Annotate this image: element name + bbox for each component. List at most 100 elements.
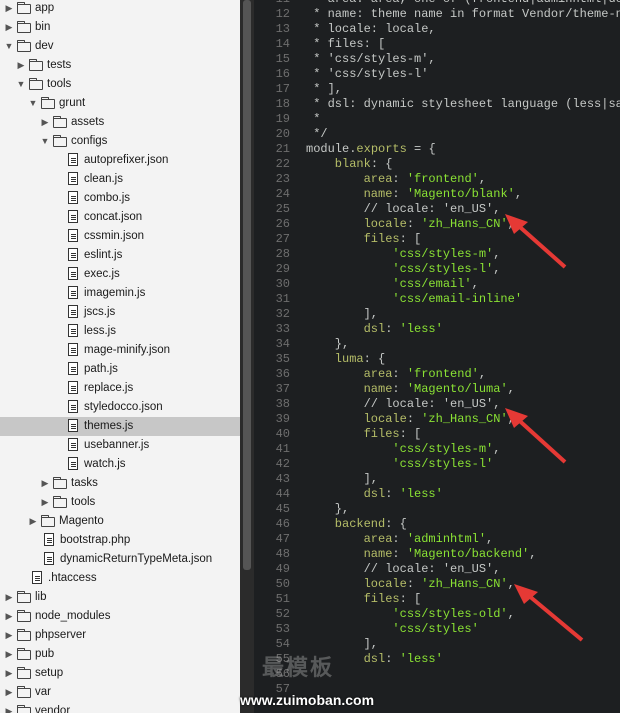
code-line[interactable]: module.exports = { [306, 142, 436, 157]
code-line[interactable]: 'css/styles-old', [306, 607, 514, 622]
code-line[interactable]: * locale: locale, [306, 22, 435, 37]
tree-folder-grunt[interactable]: ▼ grunt [0, 94, 240, 113]
code-line[interactable]: // locale: 'en_US', [306, 562, 501, 577]
code-line[interactable]: */ [306, 127, 327, 142]
code-line[interactable]: locale: 'zh_Hans_CN', [306, 577, 515, 592]
code-line[interactable]: * area: area, one of (frontend|adminhtml… [306, 0, 620, 7]
tree-file-exec-js[interactable]: exec.js [0, 265, 240, 284]
tree-folder-pub[interactable]: ▶ pub [0, 645, 240, 664]
tree-file-jscs-js[interactable]: jscs.js [0, 303, 240, 322]
tree-file-eslint-js[interactable]: eslint.js [0, 246, 240, 265]
chevron-down-icon[interactable]: ▼ [28, 96, 38, 110]
code-line[interactable]: name: 'Magento/blank', [306, 187, 522, 202]
chevron-down-icon[interactable]: ▼ [4, 39, 14, 53]
tree-file-less-js[interactable]: less.js [0, 322, 240, 341]
tree-folder-vendor[interactable]: ▶ vendor [0, 702, 240, 713]
tree-folder-assets[interactable]: ▶ assets [0, 113, 240, 132]
tree-file-autoprefixer-json[interactable]: autoprefixer.json [0, 151, 240, 170]
tree-folder-setup[interactable]: ▶ setup [0, 664, 240, 683]
tree-file-mage-minify-json[interactable]: mage-minify.json [0, 341, 240, 360]
tree-folder-tasks[interactable]: ▶ tasks [0, 474, 240, 493]
tree-file-styledocco-json[interactable]: styledocco.json [0, 398, 240, 417]
tree-folder-dev[interactable]: ▼ dev [0, 37, 240, 56]
code-line[interactable]: // locale: 'en_US', [306, 202, 501, 217]
tree-folder-bin[interactable]: ▶ bin [0, 18, 240, 37]
code-editor[interactable]: 11 * area: area, one of (frontend|adminh… [254, 0, 620, 713]
chevron-right-icon[interactable]: ▶ [16, 58, 26, 72]
code-line[interactable]: blank: { [306, 157, 393, 172]
tree-folder-magento[interactable]: ▶ Magento [0, 512, 240, 531]
code-line[interactable]: locale: 'zh_Hans_CN', [306, 412, 515, 427]
tree-folder-phpserver[interactable]: ▶ phpserver [0, 626, 240, 645]
tree-folder-tests[interactable]: ▶ tests [0, 56, 240, 75]
code-line[interactable]: name: 'Magento/backend', [306, 547, 537, 562]
code-line[interactable]: 'css/styles-m', [306, 442, 500, 457]
tree-file-combo-js[interactable]: combo.js [0, 189, 240, 208]
code-line[interactable]: * dsl: dynamic stylesheet language (less… [306, 97, 620, 112]
code-line[interactable]: ], [306, 307, 378, 322]
tree-file-usebanner-js[interactable]: usebanner.js [0, 436, 240, 455]
chevron-right-icon[interactable]: ▶ [4, 685, 14, 699]
chevron-down-icon[interactable]: ▼ [16, 77, 26, 91]
tree-folder-tools[interactable]: ▼ tools [0, 75, 240, 94]
tree-file-imagemin-js[interactable]: imagemin.js [0, 284, 240, 303]
code-line[interactable]: 'css/styles-m', [306, 247, 500, 262]
code-line[interactable]: backend: { [306, 517, 407, 532]
code-line[interactable]: 'css/email-inline' [306, 292, 522, 307]
code-line[interactable]: * 'css/styles-l' [306, 67, 428, 82]
code-line[interactable]: files: [ [306, 232, 422, 247]
tree-file-replace-js[interactable]: replace.js [0, 379, 240, 398]
code-line[interactable]: * files: [ [306, 37, 385, 52]
tree-file-watch-js[interactable]: watch.js [0, 455, 240, 474]
code-line[interactable]: area: 'frontend', [306, 367, 486, 382]
code-line[interactable]: * [306, 112, 320, 127]
code-line[interactable]: }, [306, 337, 349, 352]
code-line[interactable]: area: 'frontend', [306, 172, 486, 187]
tree-folder-node-modules[interactable]: ▶ node_modules [0, 607, 240, 626]
chevron-down-icon[interactable]: ▼ [40, 134, 50, 148]
code-line[interactable]: 'css/styles-l', [306, 262, 500, 277]
code-line[interactable]: name: 'Magento/luma', [306, 382, 515, 397]
chevron-right-icon[interactable]: ▶ [4, 609, 14, 623]
code-line[interactable]: * name: theme name in format Vendor/them… [306, 7, 620, 22]
chevron-right-icon[interactable]: ▶ [4, 647, 14, 661]
chevron-right-icon[interactable]: ▶ [4, 1, 14, 15]
file-tree-scrollbar[interactable] [240, 0, 254, 713]
tree-file-themes-js[interactable]: themes.js [0, 417, 240, 436]
tree-file-clean-js[interactable]: clean.js [0, 170, 240, 189]
code-line[interactable]: luma: { [306, 352, 385, 367]
scrollbar-thumb[interactable] [243, 0, 251, 570]
code-line[interactable]: area: 'adminhtml', [306, 532, 494, 547]
code-line[interactable]: // locale: 'en_US', [306, 397, 501, 412]
code-line[interactable]: * ], [306, 82, 342, 97]
chevron-right-icon[interactable]: ▶ [40, 115, 50, 129]
code-line[interactable]: 'css/styles' [306, 622, 478, 637]
code-line[interactable]: 'css/email', [306, 277, 478, 292]
tree-folder-var[interactable]: ▶ var [0, 683, 240, 702]
tree-file-dynamicreturntypemeta-json[interactable]: dynamicReturnTypeMeta.json [0, 550, 240, 569]
chevron-right-icon[interactable]: ▶ [40, 476, 50, 490]
chevron-right-icon[interactable]: ▶ [4, 590, 14, 604]
tree-file-cssmin-json[interactable]: cssmin.json [0, 227, 240, 246]
code-line[interactable]: files: [ [306, 592, 422, 607]
code-line[interactable]: * 'css/styles-m', [306, 52, 435, 67]
tree-file--htaccess[interactable]: .htaccess [0, 569, 240, 588]
chevron-right-icon[interactable]: ▶ [4, 666, 14, 680]
code-line[interactable]: dsl: 'less' [306, 487, 443, 502]
tree-folder-app[interactable]: ▶ app [0, 0, 240, 18]
chevron-right-icon[interactable]: ▶ [4, 704, 14, 713]
code-line[interactable]: }, [306, 502, 349, 517]
tree-file-concat-json[interactable]: concat.json [0, 208, 240, 227]
code-line[interactable]: dsl: 'less' [306, 322, 443, 337]
code-line[interactable]: 'css/styles-l' [306, 457, 493, 472]
chevron-right-icon[interactable]: ▶ [28, 514, 38, 528]
tree-file-path-js[interactable]: path.js [0, 360, 240, 379]
tree-folder-configs[interactable]: ▼ configs [0, 132, 240, 151]
tree-folder-lib[interactable]: ▶ lib [0, 588, 240, 607]
chevron-right-icon[interactable]: ▶ [4, 628, 14, 642]
tree-file-bootstrap-php[interactable]: bootstrap.php [0, 531, 240, 550]
chevron-right-icon[interactable]: ▶ [4, 20, 14, 34]
code-line[interactable]: files: [ [306, 427, 422, 442]
tree-folder-tools[interactable]: ▶ tools [0, 493, 240, 512]
chevron-right-icon[interactable]: ▶ [40, 495, 50, 509]
